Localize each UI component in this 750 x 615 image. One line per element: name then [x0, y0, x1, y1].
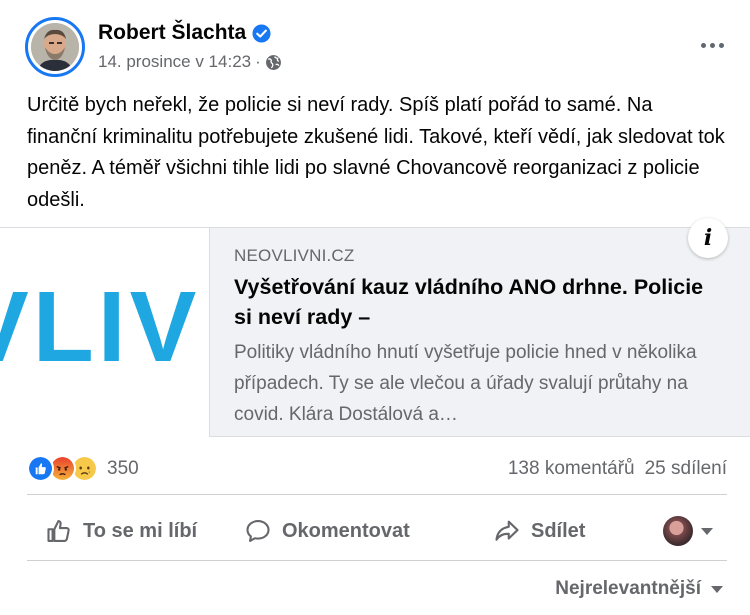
- engagement-counts: 138 komentářů 25 sdílení: [508, 458, 727, 480]
- info-icon: i: [703, 225, 713, 251]
- link-preview-info: NEOVLIVNI.CZ Vyšetřování kauz vládního A…: [234, 246, 724, 430]
- author-avatar[interactable]: [25, 17, 85, 77]
- link-preview-image: VLIV: [0, 228, 210, 437]
- facebook-post: Robert Šlachta 14. prosince v 14:23 · Ur…: [0, 0, 750, 615]
- link-preview-card[interactable]: VLIV NEOVLIVNI.CZ Vyšetřování kauz vládn…: [0, 227, 750, 437]
- more-options-button[interactable]: [692, 31, 732, 59]
- author-name[interactable]: Robert Šlachta: [98, 21, 246, 45]
- comments-sort-dropdown[interactable]: Nejrelevantnější: [555, 578, 723, 600]
- comments-count[interactable]: 138 komentářů: [508, 458, 635, 480]
- link-title[interactable]: Vyšetřování kauz vládního ANO drhne. Pol…: [234, 272, 724, 332]
- divider: [27, 560, 727, 561]
- dot-icon: [718, 42, 724, 48]
- share-label: Sdílet: [531, 519, 586, 542]
- share-icon: [495, 520, 519, 541]
- post-stats: 350 138 komentářů 25 sdílení: [27, 453, 727, 485]
- globe-icon[interactable]: [265, 54, 282, 71]
- post-meta: 14. prosince v 14:23 ·: [98, 52, 282, 72]
- avatar-photo: [31, 23, 79, 71]
- comment-label: Okomentovat: [282, 519, 410, 542]
- thumbs-up-icon: [47, 520, 70, 542]
- share-button[interactable]: Sdílet: [493, 507, 585, 555]
- post-timestamp[interactable]: 14. prosince v 14:23: [98, 52, 251, 72]
- comment-button[interactable]: Okomentovat: [244, 507, 410, 555]
- link-description: Politiky vládního hnutí vyšetřuje polici…: [234, 342, 697, 425]
- viewer-avatar: [663, 516, 693, 546]
- comment-icon: [246, 520, 270, 542]
- post-text: Určitě bych neřekl, že policie si neví r…: [27, 94, 725, 211]
- post-actions: To se mi líbí Okomentovat Sdílet: [27, 507, 727, 555]
- dot-icon: [700, 42, 706, 48]
- caret-down-icon: [701, 527, 713, 535]
- reaction-count: 350: [107, 457, 139, 479]
- verified-badge-icon: [252, 23, 271, 43]
- dot-icon: [709, 42, 715, 48]
- post-header: Robert Šlachta 14. prosince v 14:23 ·: [22, 17, 732, 77]
- link-info-button[interactable]: i: [688, 218, 728, 258]
- like-button[interactable]: To se mi líbí: [45, 507, 197, 555]
- divider: [27, 494, 727, 495]
- post-as-selector[interactable]: [663, 516, 713, 546]
- shares-count[interactable]: 25 sdílení: [645, 458, 727, 480]
- author-name-row: Robert Šlachta: [98, 21, 271, 45]
- caret-down-icon: [711, 585, 723, 593]
- meta-separator: ·: [255, 52, 261, 71]
- like-icon: [27, 455, 54, 482]
- like-label: To se mi líbí: [83, 519, 198, 542]
- reactions-summary[interactable]: 350: [27, 455, 139, 482]
- link-domain: NEOVLIVNI.CZ: [234, 246, 355, 265]
- sort-label: Nejrelevantnější: [555, 578, 701, 599]
- link-image-logo-text: VLIV: [0, 271, 201, 383]
